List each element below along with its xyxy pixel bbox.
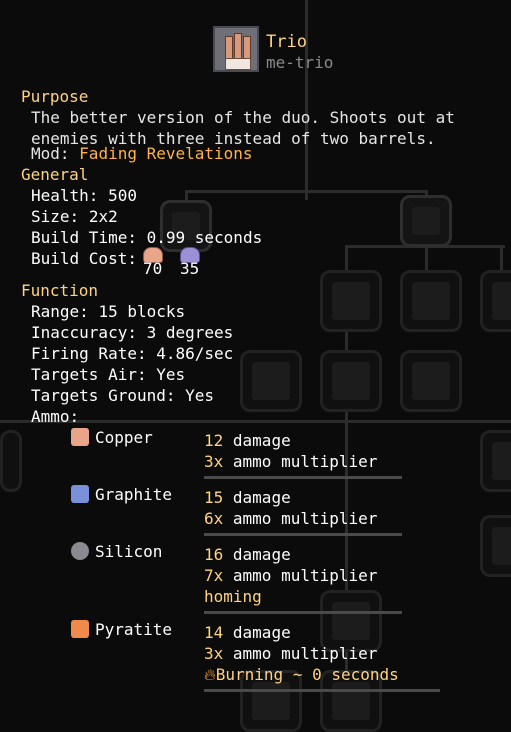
lead-cost: 35 [180,259,200,278]
range-label: Range: [31,302,89,321]
multiplier-value: 6x [204,509,224,528]
targets-air-label: Targets Air: [31,365,147,384]
health-value: 500 [108,186,137,205]
ammo-name: Graphite [95,485,173,504]
ammo-silicon: Silicon [71,541,162,562]
targets-ground-stat: Targets Ground: Yes [31,385,214,406]
ammo-graphite: Graphite [71,484,172,505]
build-time-stat: Build Time: 0.99 seconds [31,227,262,248]
graphite-icon [71,485,89,503]
ammo-silicon-stats: 16 damage 7x ammo multiplier homing [204,544,377,607]
damage-value: 15 [204,488,224,507]
inaccuracy-stat: Inaccuracy: 3 degrees [31,322,233,343]
range-stat: Range: 15 blocks [31,301,185,322]
damage-text: damage [232,431,291,450]
inaccuracy-value: 3 degrees [146,323,234,342]
health-label: Health: [31,186,99,205]
ammo-name: Silicon [95,542,163,561]
multiplier-text: ammo multiplier [232,644,378,663]
size-label: Size: [31,207,80,226]
mod-name: Fading Revelations [79,144,253,163]
firing-rate-label: Firing Rate: [31,344,147,363]
ammo-separator [204,476,402,479]
health-stat: Health: 500 [31,185,137,206]
ammo-copper: Copper [71,427,153,448]
burning-effect: Burning ~ 0 seconds [215,665,399,684]
damage-text: damage [232,623,291,642]
block-internal-name: me-trio [266,53,334,72]
firing-rate-value: 4.86/sec [156,344,234,363]
block-title: Trio [266,32,307,52]
damage-text: damage [232,545,291,564]
multiplier-text: ammo multiplier [232,452,378,471]
mod-label: Mod: [31,144,70,163]
damage-value: 16 [204,545,224,564]
ammo-separator [204,611,402,614]
ammo-pyratite-stats: 14 damage 3x ammo multiplier 🔥︎Burning ~… [204,622,399,685]
targets-air-stat: Targets Air: Yes [31,364,185,385]
trio-turret-icon [213,26,259,72]
damage-text: damage [232,488,291,507]
homing-effect: homing [204,587,262,606]
range-value: 15 blocks [98,302,186,321]
damage-value: 12 [204,431,224,450]
targets-ground-value: Yes [185,386,215,405]
ammo-name: Pyratite [95,620,173,639]
ammo-pyratite: Pyratite [71,619,172,640]
size-stat: Size: 2x2 [31,206,118,227]
ammo-graphite-stats: 15 damage 6x ammo multiplier [204,487,377,529]
build-time-value: 0.99 seconds [146,228,263,247]
ammo-label: Ammo: [31,407,80,426]
damage-value: 14 [204,623,224,642]
multiplier-text: ammo multiplier [232,566,378,585]
ammo-separator [204,689,440,692]
function-heading: Function [21,281,99,300]
copper-cost: 70 [143,259,163,278]
multiplier-value: 3x [204,644,224,663]
purpose-heading: Purpose [21,87,89,106]
multiplier-value: 7x [204,566,224,585]
targets-air-value: Yes [156,365,186,384]
mod-line: Mod: Fading Revelations [31,143,253,164]
general-heading: General [21,165,89,184]
size-value: 2x2 [88,207,118,226]
build-cost-label: Build Cost: [31,249,137,268]
ammo-name: Copper [95,428,153,447]
block-info-panel: Trio me-trio Purpose The better version … [0,0,511,730]
ammo-copper-stats: 12 damage 3x ammo multiplier [204,430,377,472]
copper-icon [71,428,89,446]
multiplier-value: 3x [204,452,224,471]
silicon-icon [71,542,89,560]
firing-rate-stat: Firing Rate: 4.86/sec [31,343,233,364]
inaccuracy-label: Inaccuracy: [31,323,137,342]
fire-icon: 🔥︎ [204,665,216,684]
build-time-label: Build Time: [31,228,137,247]
multiplier-text: ammo multiplier [232,509,378,528]
pyratite-icon [71,620,89,638]
targets-ground-label: Targets Ground: [31,386,176,405]
ammo-separator [204,533,402,536]
